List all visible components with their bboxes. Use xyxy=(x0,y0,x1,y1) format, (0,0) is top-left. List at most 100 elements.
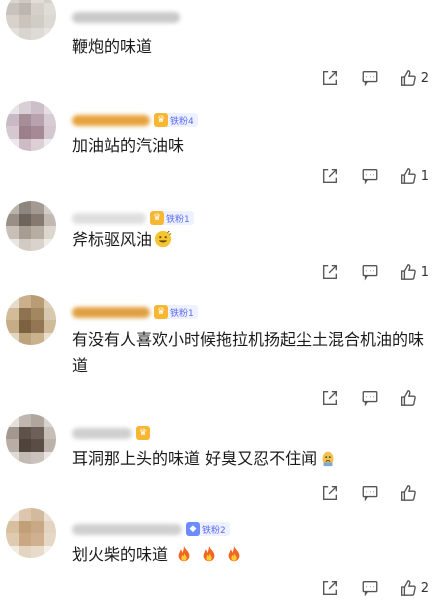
avatar-pixel xyxy=(6,508,19,521)
comment-icon xyxy=(362,265,378,281)
thumbs-up-icon xyxy=(400,264,416,280)
avatar-pixel xyxy=(43,533,56,546)
comment-item: ♛ 铁粉4 加油站的汽油味 1 xyxy=(0,95,441,195)
comment-actions xyxy=(321,483,429,503)
share-button[interactable] xyxy=(321,69,339,87)
avatar-pixel xyxy=(43,213,56,226)
avatar-pixel xyxy=(43,451,56,464)
fire-emoji-icon xyxy=(228,545,240,562)
username-blurred xyxy=(72,523,182,535)
avatar-pixel xyxy=(31,451,44,464)
avatar-pixel xyxy=(6,520,19,533)
avatar[interactable] xyxy=(6,101,56,151)
avatar-pixel xyxy=(18,238,31,251)
reply-button[interactable] xyxy=(361,484,379,502)
like-button[interactable]: 2 xyxy=(399,579,429,597)
like-button[interactable] xyxy=(399,389,429,407)
avatar-pixel xyxy=(31,126,44,139)
avatar-pixel xyxy=(18,545,31,558)
like-button[interactable] xyxy=(399,484,429,502)
avatar[interactable] xyxy=(6,201,56,251)
avatar-pixel xyxy=(6,426,19,439)
comment-item: ♛ 铁粉1 有没有人喜欢小时候拖拉机扬起尘土混合机油的味道 xyxy=(0,288,441,410)
avatar-pixel xyxy=(18,332,31,345)
reply-button[interactable] xyxy=(361,167,379,185)
reply-button[interactable] xyxy=(361,389,379,407)
like-button[interactable]: 1 xyxy=(399,167,429,185)
avatar-pixel xyxy=(18,426,31,439)
fan-badge-label: 铁粉1 xyxy=(170,308,194,319)
reply-button[interactable] xyxy=(361,263,379,281)
avatar-pixel xyxy=(6,226,19,239)
avatar-pixel xyxy=(18,2,31,15)
comment-icon xyxy=(362,391,378,407)
avatar-pixel xyxy=(6,138,19,151)
comment-actions: 1 xyxy=(321,262,429,282)
like-count: 2 xyxy=(420,580,429,596)
share-button[interactable] xyxy=(321,484,339,502)
avatar-pixel xyxy=(18,295,31,308)
thumbs-up-icon xyxy=(400,168,416,184)
avatar-pixel xyxy=(18,508,31,521)
like-button[interactable]: 1 xyxy=(399,263,429,281)
avatar-pixel xyxy=(31,439,44,452)
username-row[interactable]: ♛ 铁粉4 xyxy=(72,111,198,129)
avatar-pixel xyxy=(31,238,44,251)
avatar-pixel xyxy=(31,307,44,320)
share-button[interactable] xyxy=(321,167,339,185)
avatar-pixel xyxy=(31,15,44,28)
avatar-pixel xyxy=(18,439,31,452)
crown-icon: ♛ xyxy=(154,113,168,127)
avatar-pixel xyxy=(18,320,31,333)
comment-text-content: 耳洞那上头的味道 好臭又忍不住闻 xyxy=(72,449,318,468)
like-count: 1 xyxy=(420,168,429,184)
avatar-pixel xyxy=(43,307,56,320)
avatar-pixel xyxy=(18,138,31,151)
avatar[interactable] xyxy=(6,295,56,345)
like-button[interactable]: 2 xyxy=(399,69,429,87)
comment-text-content: 斧标驱风油 xyxy=(72,230,153,249)
avatar-pixel xyxy=(31,295,44,308)
reply-button[interactable] xyxy=(361,579,379,597)
avatar[interactable] xyxy=(6,414,56,464)
avatar-pixel xyxy=(6,307,19,320)
avatar-pixel xyxy=(43,113,56,126)
avatar-pixel xyxy=(43,426,56,439)
avatar-pixel xyxy=(43,15,56,28)
avatar-pixel xyxy=(18,201,31,214)
username-row[interactable] xyxy=(72,8,180,26)
avatar-pixel xyxy=(31,545,44,558)
username-row[interactable]: ♛ 铁粉1 xyxy=(72,303,198,321)
comment-text: 划火柴的味道 xyxy=(72,542,427,568)
share-button[interactable] xyxy=(321,579,339,597)
avatar-pixel xyxy=(6,213,19,226)
diamond-icon: ◆ xyxy=(186,522,200,536)
share-icon xyxy=(322,265,337,279)
fan-badge: ♛ 铁粉1 xyxy=(150,211,194,225)
avatar-pixel xyxy=(43,520,56,533)
username-row[interactable]: ♛ 铁粉1 xyxy=(72,209,194,227)
crown-icon: ♛ xyxy=(150,211,164,225)
avatar[interactable] xyxy=(6,508,56,558)
crown-icon: ♛ xyxy=(136,426,150,440)
share-button[interactable] xyxy=(321,263,339,281)
avatar-pixel xyxy=(43,414,56,427)
username-row[interactable]: ♛ xyxy=(72,424,150,442)
reply-button[interactable] xyxy=(361,69,379,87)
avatar-pixel xyxy=(6,126,19,139)
avatar-pixel xyxy=(18,213,31,226)
username-row[interactable]: ◆ 铁粉2 xyxy=(72,520,230,538)
comment-item: ♛ 铁粉1 斧标驱风油 1 xyxy=(0,195,441,288)
comment-item: ♛ 耳洞那上头的味道 好臭又忍不住闻 xyxy=(0,410,441,502)
username-blurred xyxy=(72,11,180,23)
avatar-pixel xyxy=(43,238,56,251)
like-count: 1 xyxy=(420,264,429,280)
avatar-pixel xyxy=(31,226,44,239)
thumbs-up-icon xyxy=(401,390,416,406)
avatar[interactable] xyxy=(6,0,56,40)
like-count: 2 xyxy=(420,70,429,86)
avatar-pixel xyxy=(31,426,44,439)
share-button[interactable] xyxy=(321,389,339,407)
avatar-pixel xyxy=(18,27,31,40)
username-blurred xyxy=(72,427,132,439)
